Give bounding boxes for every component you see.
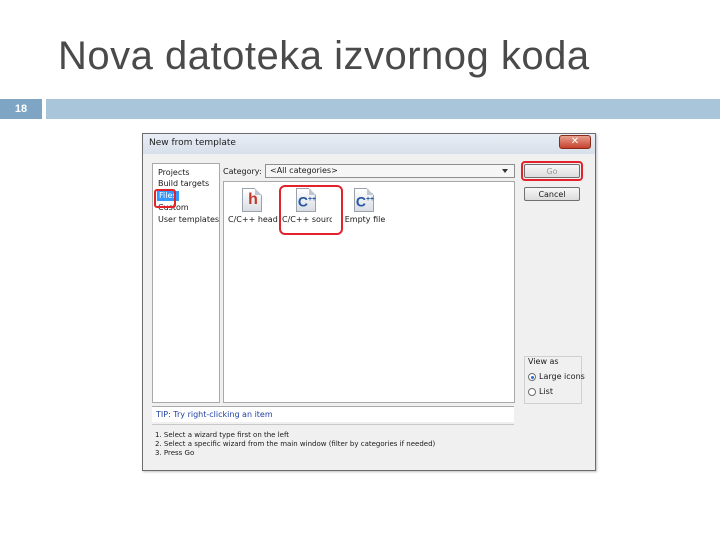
cpp-source-highlight-marker bbox=[279, 185, 343, 235]
cancel-button[interactable]: Cancel bbox=[524, 187, 580, 201]
template-list: h C/C++ header C++ C/C++ source C++ Empt… bbox=[223, 181, 515, 403]
empty-file-icon: C++ bbox=[354, 188, 374, 212]
new-from-template-dialog: New from template ✕ Projects Build targe… bbox=[142, 133, 596, 471]
tip-box: TIP: Try right-clicking an item bbox=[152, 406, 514, 422]
instruction-line: 1. Select a wizard type first on the lef… bbox=[155, 431, 290, 439]
instruction-line: 3. Press Go bbox=[155, 449, 195, 457]
divider bbox=[152, 424, 514, 425]
large-icons-radio[interactable] bbox=[528, 373, 536, 381]
go-highlight-marker bbox=[521, 161, 583, 181]
category-dropdown[interactable]: <All categories> bbox=[265, 164, 515, 178]
view-as-title: View as bbox=[528, 357, 559, 366]
slide-number: 18 bbox=[14, 103, 28, 115]
large-icons-label: Large icons bbox=[539, 372, 585, 381]
slide-title: Nova datoteka izvornog koda bbox=[58, 34, 590, 78]
slide-header-bar bbox=[46, 99, 720, 119]
header-file-icon: h bbox=[242, 188, 262, 212]
view-as-group: View as Large icons List bbox=[524, 356, 585, 404]
dialog-titlebar: New from template ✕ bbox=[143, 134, 595, 154]
template-label: Empty file bbox=[344, 215, 386, 224]
close-icon: ✕ bbox=[570, 136, 580, 147]
files-highlight-marker bbox=[154, 189, 176, 208]
close-button[interactable]: ✕ bbox=[559, 135, 591, 149]
template-label: C/C++ header bbox=[228, 215, 278, 224]
wizard-type-projects[interactable]: Projects bbox=[158, 168, 190, 178]
list-radio[interactable] bbox=[528, 388, 536, 396]
chevron-down-icon bbox=[502, 169, 508, 173]
wizard-type-build-targets[interactable]: Build targets bbox=[158, 179, 209, 189]
tip-text: TIP: Try right-clicking an item bbox=[156, 410, 273, 419]
instruction-line: 2. Select a specific wizard from the mai… bbox=[155, 440, 436, 448]
wizard-type-user-templates[interactable]: User templates bbox=[158, 215, 219, 225]
template-cpp-header[interactable]: h C/C++ header bbox=[228, 186, 278, 230]
dialog-title: New from template bbox=[149, 138, 236, 148]
category-label: Category: bbox=[223, 167, 262, 176]
template-empty-file[interactable]: C++ Empty file bbox=[340, 186, 390, 230]
category-value: <All categories> bbox=[270, 166, 338, 175]
list-label: List bbox=[539, 387, 553, 396]
